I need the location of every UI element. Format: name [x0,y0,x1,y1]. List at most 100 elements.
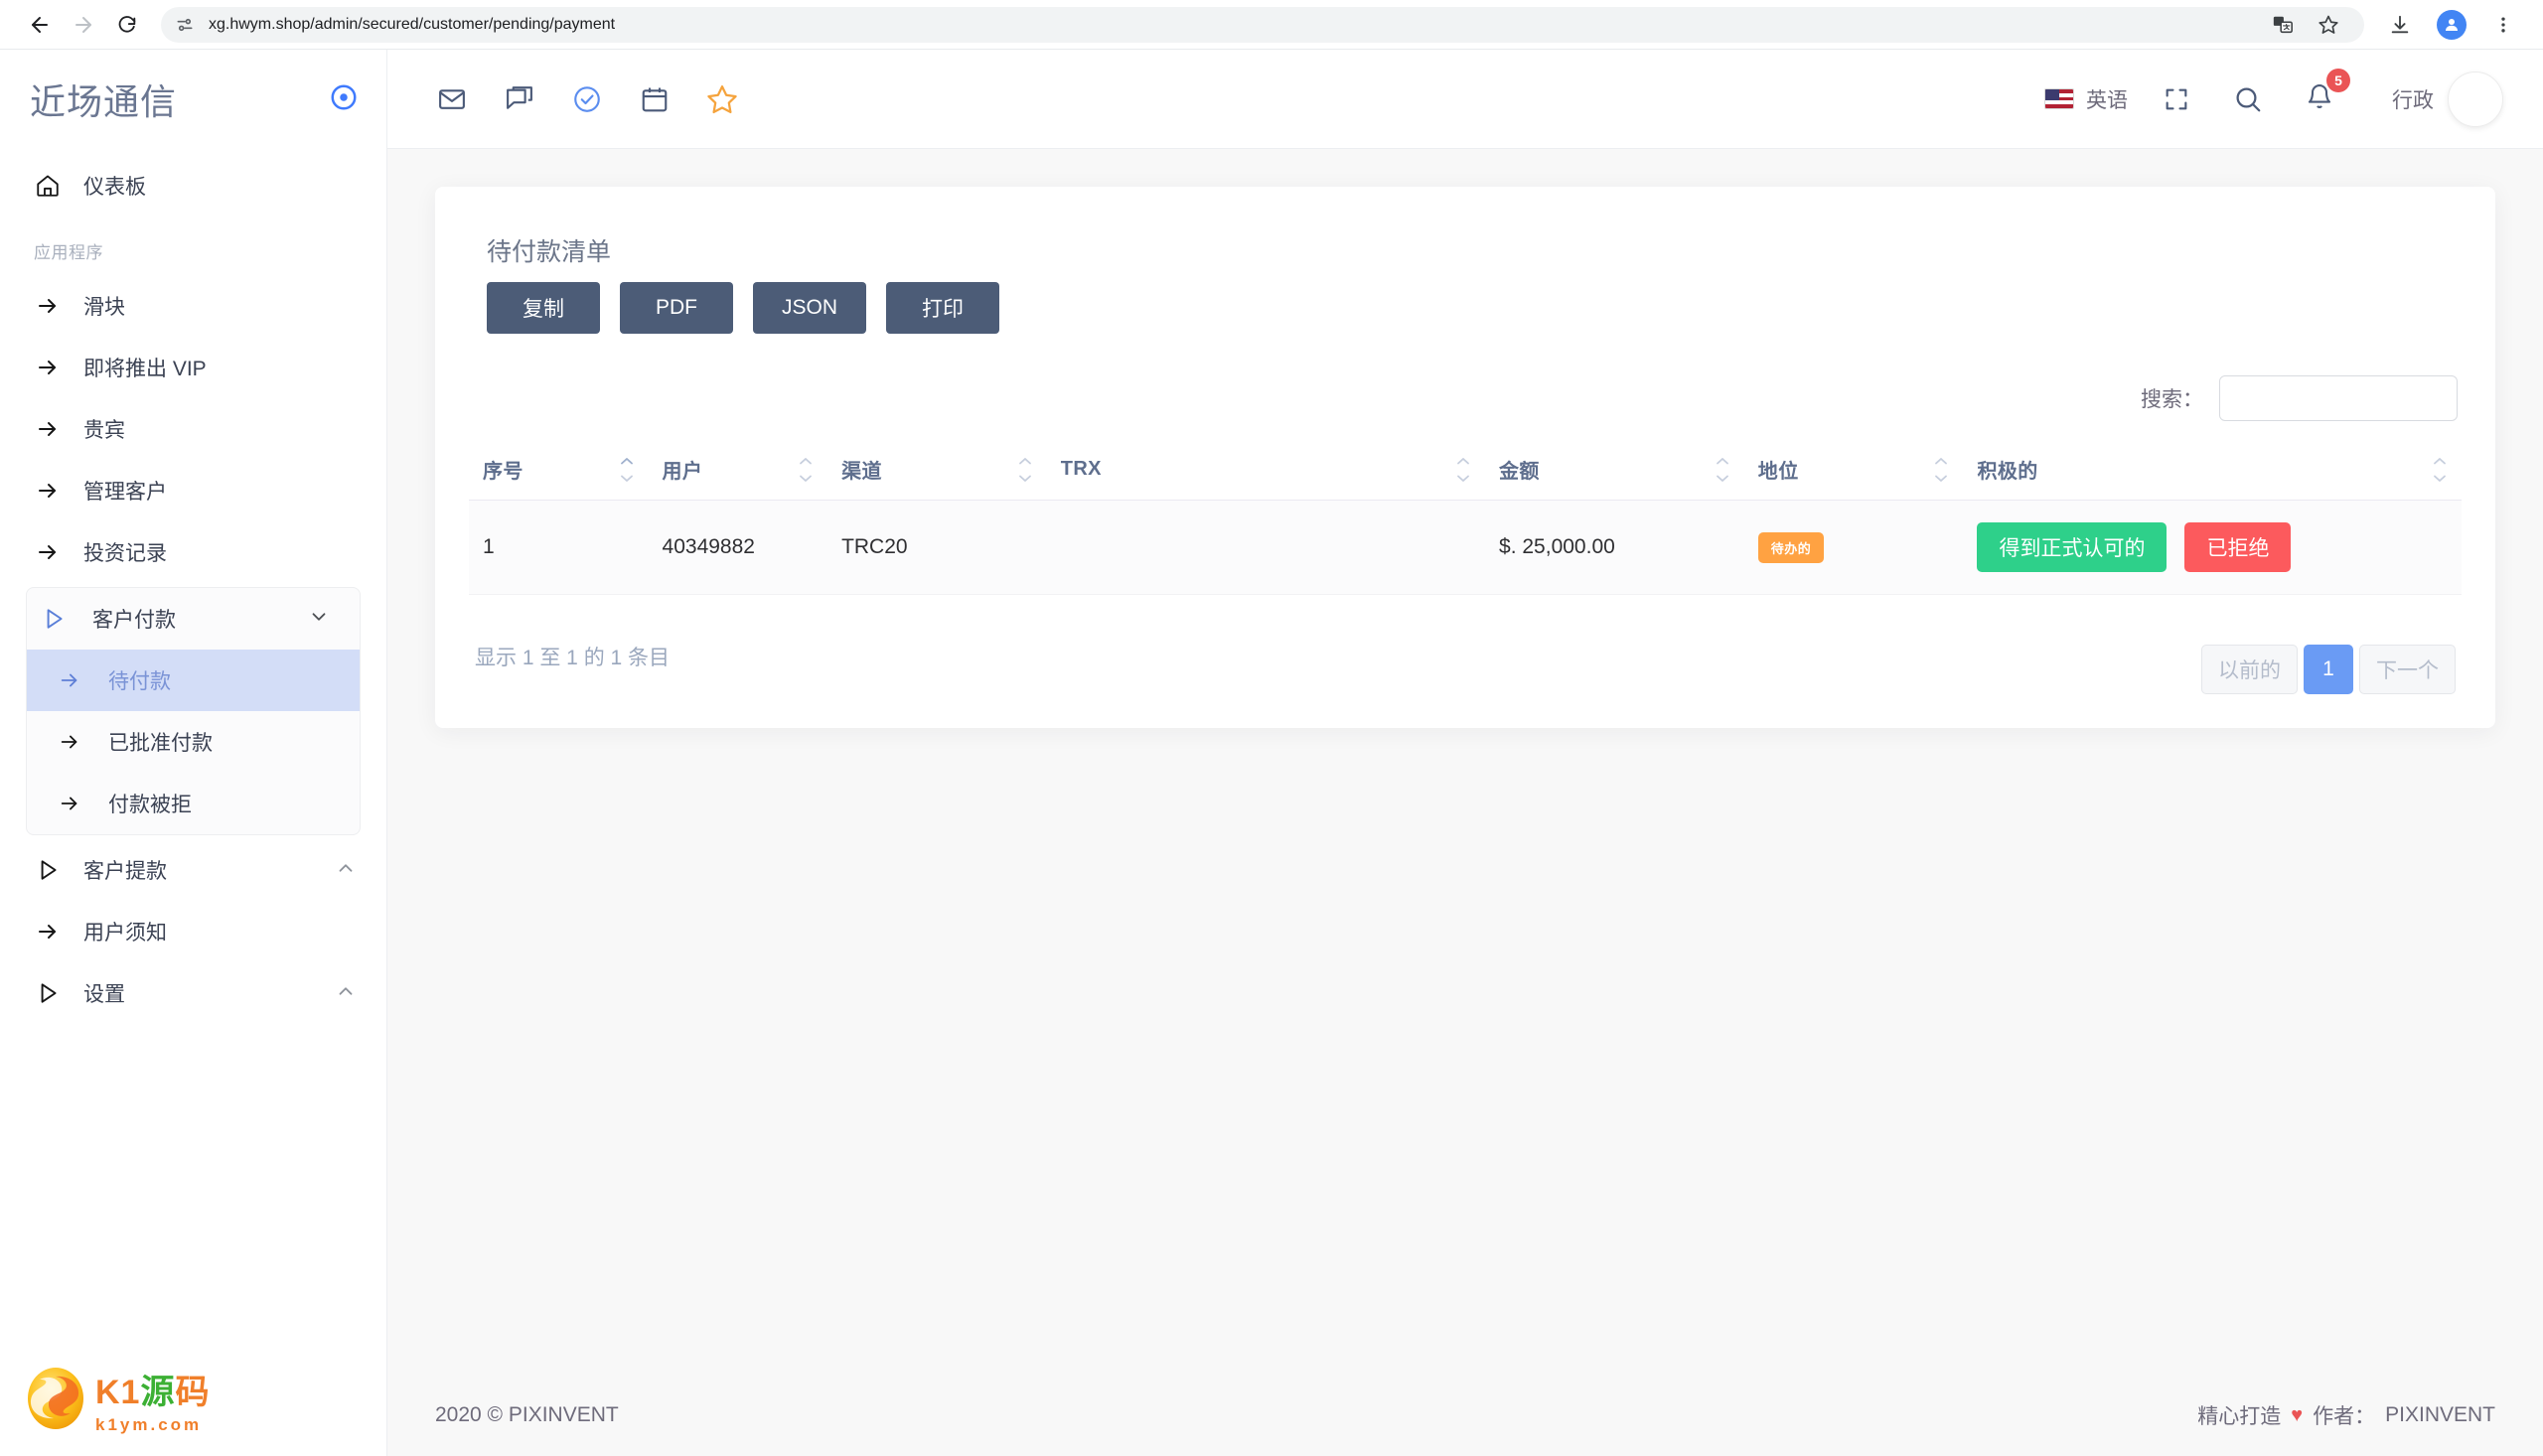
sort-arrows-icon[interactable] [1017,457,1033,482]
cell-trx [1047,501,1485,595]
sidebar-item-label: 待付款 [108,665,171,695]
reject-button[interactable]: 已拒绝 [2184,522,2291,572]
pagination-next[interactable]: 下一个 [2359,645,2456,694]
browser-toolbar: xg.hwym.shop/admin/secured/customer/pend… [0,0,2543,50]
approve-button[interactable]: 得到正式认可的 [1977,522,2167,572]
sidebar-item-manage-customers[interactable]: 管理客户 [0,460,386,521]
sidebar-item-rejected-payment[interactable]: 付款被拒 [27,773,360,834]
k1ym-k1-text: K1 [95,1374,140,1411]
chevron-down-icon[interactable] [308,606,330,633]
copy-button[interactable]: 复制 [487,282,600,334]
search-input[interactable] [2219,375,2458,421]
bookmark-button[interactable] [2307,3,2350,47]
sidebar-item-label: 即将推出 VIP [83,353,357,382]
column-label: 序号 [483,461,524,483]
heart-icon: ♥ [2291,1404,2303,1427]
sidebar-item-approved-payment[interactable]: 已批准付款 [27,711,360,773]
profile-button[interactable] [2430,3,2473,47]
radio-circle-icon[interactable] [329,82,359,117]
translate-button[interactable]: G [2261,3,2305,47]
sidebar-item-label: 已批准付款 [108,727,213,757]
table-body: 1 40349882 TRC20 $. 25,000.00 待办的 得到正式认可… [469,501,2462,595]
table-head: 序号 用户 [469,439,2462,501]
chevron-up-icon[interactable] [335,857,357,884]
column-header-status[interactable]: 地位 [1744,439,1964,501]
sidebar-section-label: 应用程序 [0,217,386,275]
mail-icon[interactable] [429,76,475,122]
footer-by-label: 作者： [2313,1400,2375,1430]
sidebar-item-label: 付款被拒 [108,789,192,818]
sidebar-item-label: 客户提款 [83,855,313,885]
address-bar[interactable]: xg.hwym.shop/admin/secured/customer/pend… [161,7,2364,43]
sidebar-item-label: 管理客户 [83,476,357,506]
sort-arrows-icon[interactable] [1455,457,1471,482]
sidebar-group-label: 客户付款 [92,604,286,634]
chevron-up-icon[interactable] [335,980,357,1007]
arrow-right-icon [53,731,86,753]
back-button[interactable] [18,3,62,47]
notification-badge: 5 [2326,69,2350,92]
column-label: TRX [1061,458,1102,480]
chat-icon[interactable] [497,76,542,122]
sort-arrows-icon[interactable] [2432,457,2448,482]
sidebar-group-header-customer-payments[interactable]: 客户付款 [27,588,360,650]
sidebar-item-slider[interactable]: 滑块 [0,275,386,337]
json-button[interactable]: JSON [753,282,866,334]
sidebar-item-user-notice[interactable]: 用户须知 [0,901,386,962]
k1ym-ma-text: 码 [175,1374,210,1411]
column-header-trx[interactable]: TRX [1047,439,1485,501]
column-header-index[interactable]: 序号 [469,439,649,501]
topbar-right-actions: 英语 5 行政 [2044,72,2503,127]
footer-copyright: 2020 © PIXINVENT [435,1403,619,1427]
column-header-user[interactable]: 用户 [649,439,828,501]
sort-arrows-icon[interactable] [1933,457,1949,482]
pagination-page-1[interactable]: 1 [2304,645,2353,694]
star-icon[interactable] [699,76,745,122]
sort-arrows-icon[interactable] [798,457,814,482]
download-button[interactable] [2378,3,2422,47]
pdf-button[interactable]: PDF [620,282,733,334]
pagination-previous[interactable]: 以前的 [2201,645,2298,694]
sidebar-item-label: 用户须知 [83,917,357,946]
arrow-right-icon [34,540,62,564]
cell-amount: $. 25,000.00 [1485,501,1744,595]
column-label: 地位 [1758,461,1799,483]
cell-index: 1 [469,501,649,595]
user-menu[interactable]: 行政 [2392,72,2503,127]
topbar-quick-actions [429,76,745,122]
column-header-actions[interactable]: 积极的 [1963,439,2462,501]
column-header-channel[interactable]: 渠道 [827,439,1047,501]
sidebar-item-settings[interactable]: 设置 [0,962,386,1024]
table-header-row: 序号 用户 [469,439,2462,501]
sidebar: 近场通信 仪表板 应用程序 滑块 [0,50,387,1456]
browser-menu-button[interactable] [2481,3,2525,47]
print-button[interactable]: 打印 [886,282,999,334]
sidebar-brand[interactable]: 近场通信 [0,50,386,149]
column-header-amount[interactable]: 金额 [1485,439,1744,501]
download-icon [2389,14,2411,36]
arrow-right-icon [53,793,86,814]
site-settings-icon[interactable] [175,15,195,35]
sidebar-item-pending-payment[interactable]: 待付款 [27,650,360,711]
check-circle-icon[interactable] [564,76,610,122]
sidebar-item-investment-records[interactable]: 投资记录 [0,521,386,583]
sidebar-item-label: 投资记录 [83,537,357,567]
content-area: 英语 5 行政 [387,50,2543,1456]
sidebar-item-label: 贵宾 [83,414,357,444]
sidebar-item-vip[interactable]: 贵宾 [0,398,386,460]
calendar-icon[interactable] [632,76,677,122]
footer-made-with: 精心打造 [2197,1400,2281,1430]
notifications-button[interactable]: 5 [2297,76,2342,122]
sidebar-item-customer-withdrawals[interactable]: 客户提款 [0,839,386,901]
search-label: 搜索： [2141,383,2203,413]
reload-button[interactable] [105,3,149,47]
footer-credit: 精心打造 ♥ 作者： PIXINVENT [2197,1400,2495,1430]
sidebar-item-coming-soon-vip[interactable]: 即将推出 VIP [0,337,386,398]
language-selector[interactable]: 英语 [2044,84,2128,114]
search-icon[interactable] [2225,76,2271,122]
forward-button[interactable] [62,3,105,47]
sidebar-item-dashboard[interactable]: 仪表板 [0,155,386,217]
fullscreen-icon[interactable] [2154,76,2199,122]
sort-arrows-icon[interactable] [619,457,635,482]
sort-arrows-icon[interactable] [1715,457,1730,482]
